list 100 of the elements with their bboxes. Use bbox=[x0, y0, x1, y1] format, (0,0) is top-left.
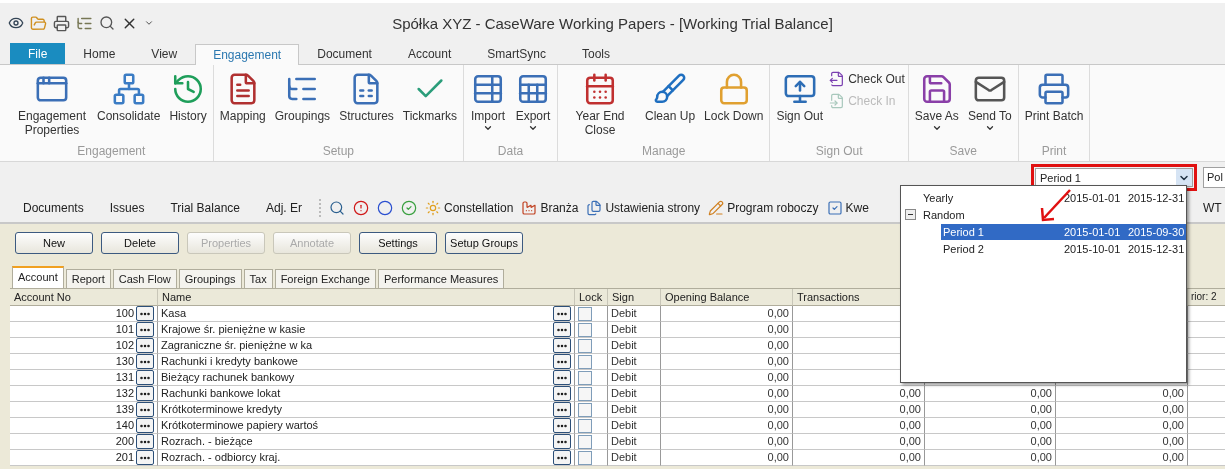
ribbon-button[interactable]: Save As bbox=[911, 69, 962, 144]
toolbar-button[interactable]: Program roboczy bbox=[708, 199, 819, 216]
ribbon-button[interactable]: Sign Out bbox=[773, 69, 827, 144]
ribbon-tab[interactable]: Engagement bbox=[195, 44, 300, 65]
more-button[interactable] bbox=[553, 370, 571, 385]
lock-checkbox[interactable] bbox=[578, 402, 592, 417]
more-button[interactable] bbox=[553, 354, 571, 369]
hierarchy-icon bbox=[111, 72, 146, 106]
more-button[interactable] bbox=[553, 402, 571, 417]
more-button[interactable] bbox=[553, 434, 571, 449]
ribbon-tab[interactable]: Account bbox=[389, 43, 470, 64]
ribbon-button[interactable]: Tickmarks bbox=[399, 69, 461, 144]
account-name: Kasa bbox=[161, 306, 187, 321]
more-button[interactable] bbox=[553, 338, 571, 353]
ribbon-button[interactable]: Send To bbox=[964, 69, 1015, 144]
lock-checkbox[interactable] bbox=[578, 386, 592, 401]
ribbon-button[interactable]: History bbox=[166, 69, 210, 144]
period-dropdown[interactable]: Period 1 bbox=[1035, 168, 1193, 187]
lock-checkbox[interactable] bbox=[578, 338, 592, 353]
sheet-tab[interactable]: Cash Flow bbox=[112, 269, 177, 288]
ribbon-tab[interactable]: Document bbox=[299, 43, 390, 64]
action-button[interactable]: Delete bbox=[101, 232, 179, 254]
action-button[interactable]: New bbox=[15, 232, 93, 254]
printer-icon[interactable] bbox=[53, 14, 70, 32]
more-button[interactable] bbox=[136, 434, 154, 449]
ribbon-button[interactable]: Groupings bbox=[271, 69, 334, 144]
toolbar-tab[interactable]: Issues bbox=[100, 200, 154, 215]
ribbon-button[interactable]: Engagement Properties bbox=[13, 69, 91, 144]
lock-checkbox[interactable] bbox=[578, 370, 592, 385]
ribbon-button[interactable]: Export bbox=[512, 69, 555, 144]
more-button[interactable] bbox=[136, 386, 154, 401]
table-cell: 0,00 bbox=[661, 370, 793, 386]
period-item[interactable]: Random bbox=[921, 206, 1186, 223]
sheet-tab[interactable]: Performance Measures bbox=[377, 269, 505, 288]
dropdown-field[interactable]: Pol bbox=[1203, 167, 1225, 188]
toolbar-tab[interactable]: Adj. Er bbox=[257, 200, 311, 215]
search-icon[interactable] bbox=[99, 15, 115, 31]
lock-checkbox[interactable] bbox=[578, 306, 592, 321]
period-item[interactable]: Period 2 2015-10-01 2015-12-31 bbox=[941, 240, 1186, 257]
more-button[interactable] bbox=[553, 386, 571, 401]
group-label: Sign Out bbox=[814, 144, 864, 160]
more-button[interactable] bbox=[136, 418, 154, 433]
period-item[interactable]: Yearly 2015-01-01 2015-12-31 bbox=[921, 189, 1186, 206]
column-header[interactable]: Sign bbox=[608, 289, 661, 306]
lock-checkbox[interactable] bbox=[578, 354, 592, 369]
ribbon-button[interactable]: Consolidate bbox=[94, 69, 164, 144]
ribbon-tab[interactable]: View bbox=[133, 43, 196, 64]
ribbon-tab[interactable]: SmartSync bbox=[469, 43, 564, 64]
more-button[interactable] bbox=[136, 354, 154, 369]
more-button[interactable] bbox=[136, 370, 154, 385]
more-button[interactable] bbox=[136, 450, 154, 465]
lock-checkbox[interactable] bbox=[578, 434, 592, 449]
toolbar-button[interactable]: Constellation bbox=[425, 199, 514, 216]
table-cell: Debit bbox=[608, 434, 661, 450]
ribbon-tab[interactable]: Home bbox=[65, 43, 134, 64]
action-button[interactable]: Setup Groups bbox=[445, 232, 523, 254]
more-button[interactable] bbox=[553, 306, 571, 321]
ribbon-tab[interactable]: File bbox=[10, 43, 66, 64]
ribbon-button[interactable]: Clean Up bbox=[642, 69, 699, 144]
column-header[interactable]: Lock bbox=[575, 289, 608, 306]
ribbon-button[interactable]: Check Out bbox=[829, 71, 905, 87]
sheet-tab[interactable]: Account bbox=[12, 266, 64, 288]
action-button[interactable]: Settings bbox=[359, 232, 437, 254]
caret-icon[interactable] bbox=[144, 18, 154, 28]
sheet-tab[interactable]: Report bbox=[65, 269, 111, 288]
ribbon-button[interactable]: Structures bbox=[336, 69, 397, 144]
collapse-toggle[interactable] bbox=[905, 209, 916, 220]
table-cell: 0,00 bbox=[661, 306, 793, 322]
ribbon-button[interactable]: Year End Close bbox=[561, 69, 640, 144]
column-header[interactable]: rior: 2 bbox=[1188, 289, 1225, 306]
lock-checkbox[interactable] bbox=[578, 322, 592, 337]
column-header[interactable]: Name bbox=[158, 289, 575, 306]
ribbon-tab[interactable]: Tools bbox=[563, 43, 628, 64]
sheet-tab[interactable]: Tax bbox=[243, 269, 273, 288]
column-header[interactable]: Account No bbox=[10, 289, 158, 306]
more-button[interactable] bbox=[553, 450, 571, 465]
account-name: Krótkoterminowe papiery wartoś bbox=[161, 418, 319, 433]
sheet-tab[interactable]: Foreign Exchange bbox=[274, 269, 376, 288]
more-button[interactable] bbox=[136, 402, 154, 417]
column-header[interactable]: Opening Balance bbox=[661, 289, 793, 306]
sheet-tab[interactable]: Groupings bbox=[178, 269, 242, 288]
toolbar-button[interactable]: Kwe bbox=[826, 199, 869, 216]
table-cell: 0,00 bbox=[661, 402, 793, 418]
toolbar-button[interactable]: Ustawienia strony bbox=[586, 199, 701, 216]
ribbon-button[interactable]: Mapping bbox=[216, 69, 269, 144]
toolbar-button[interactable]: Branża bbox=[521, 199, 579, 216]
more-button[interactable] bbox=[553, 322, 571, 337]
more-button[interactable] bbox=[553, 418, 571, 433]
period-item[interactable]: Period 1 2015-01-01 2015-09-30 bbox=[941, 223, 1186, 240]
more-button[interactable] bbox=[136, 322, 154, 337]
group-label: Print bbox=[1040, 144, 1068, 160]
more-button[interactable] bbox=[136, 306, 154, 321]
ribbon-button[interactable]: Import bbox=[467, 69, 510, 144]
lock-checkbox[interactable] bbox=[578, 450, 592, 465]
ribbon-button[interactable]: Lock Down bbox=[701, 69, 767, 144]
toolbar-tab[interactable]: Documents bbox=[14, 200, 93, 215]
more-button[interactable] bbox=[136, 338, 154, 353]
toolbar-tab[interactable]: Trial Balance bbox=[161, 200, 249, 215]
lock-checkbox[interactable] bbox=[578, 418, 592, 433]
ribbon-button[interactable]: Print Batch bbox=[1021, 69, 1087, 144]
